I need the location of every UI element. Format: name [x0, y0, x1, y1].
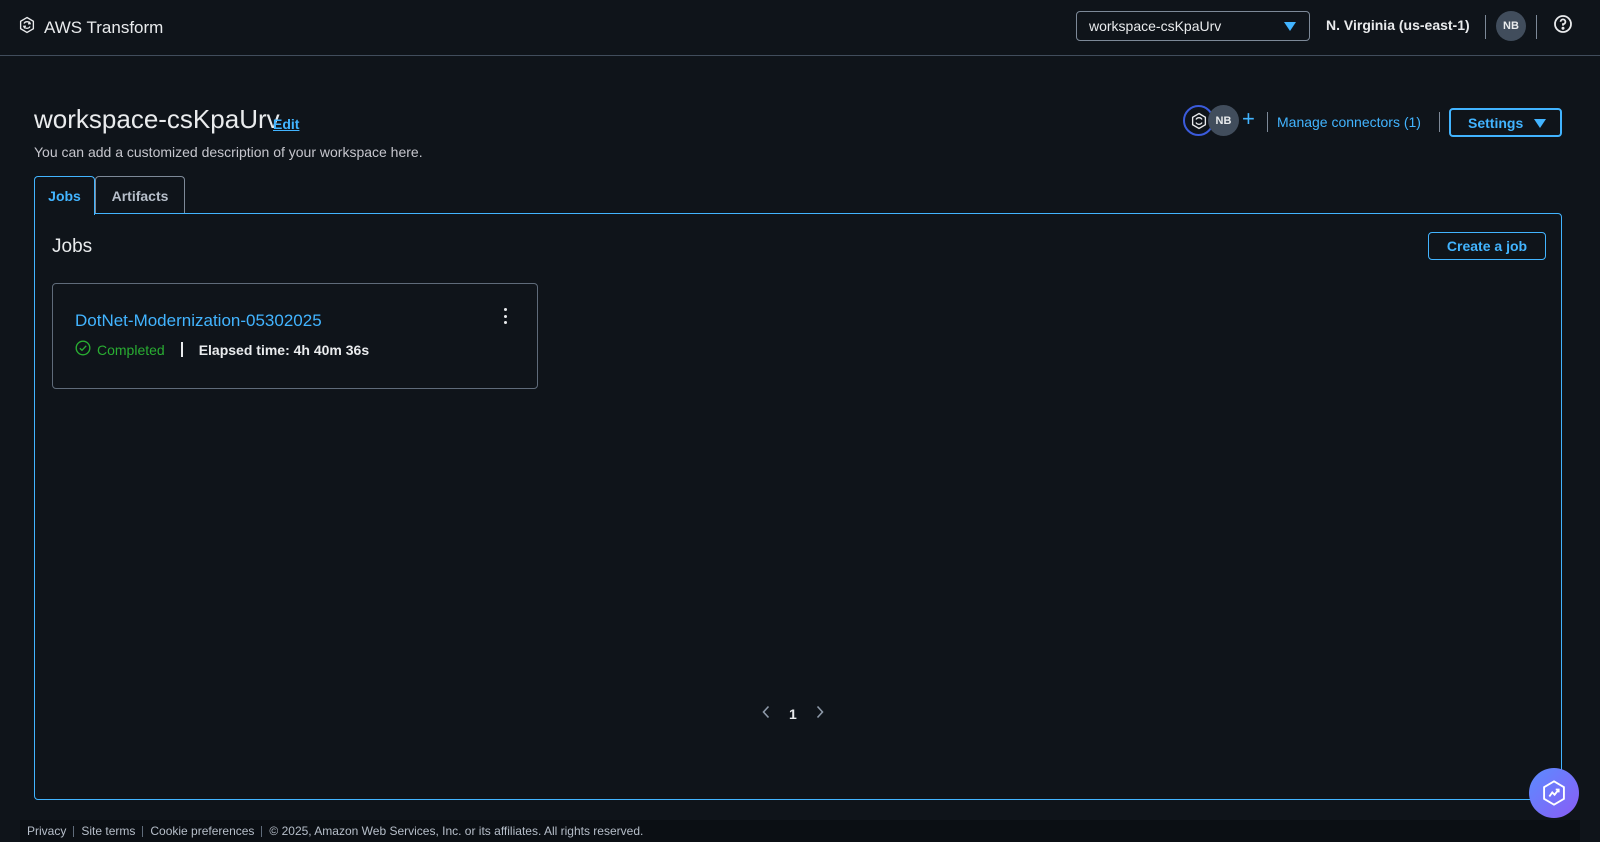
tab-label: Artifacts [111, 187, 169, 204]
divider [1439, 112, 1440, 132]
tab-jobs[interactable]: Jobs [34, 176, 95, 215]
settings-label: Settings [1468, 114, 1524, 131]
caret-down-icon [1534, 119, 1546, 128]
success-check-icon [75, 340, 91, 359]
region-selector[interactable]: N. Virginia (us-east-1) [1326, 17, 1470, 33]
divider [1536, 15, 1537, 39]
assistant-chat-icon[interactable] [1529, 768, 1579, 818]
manage-connectors-link[interactable]: Manage connectors (1) [1277, 114, 1421, 130]
copyright-text: © 2025, Amazon Web Services, Inc. or its… [269, 824, 644, 838]
divider [180, 342, 183, 357]
member-avatar[interactable]: NB [1208, 105, 1239, 136]
settings-button[interactable]: Settings [1449, 108, 1562, 137]
cookie-preferences-link[interactable]: Cookie preferences [143, 824, 261, 838]
help-icon[interactable] [1553, 14, 1573, 39]
footer: Privacy Site terms Cookie preferences © … [20, 820, 1580, 842]
brand[interactable]: AWS Transform [18, 16, 163, 39]
user-initials: NB [1503, 20, 1519, 32]
transform-logo-icon [18, 16, 36, 39]
elapsed-time: Elapsed time: 4h 40m 36s [198, 341, 370, 358]
divider [1485, 15, 1486, 39]
workspace-select-value: workspace-csKpaUrv [1089, 18, 1222, 34]
tab-artifacts[interactable]: Artifacts [95, 176, 185, 214]
top-navigation-bar: AWS Transform workspace-csKpaUrv N. Virg… [0, 0, 1600, 56]
caret-down-icon [1284, 22, 1296, 31]
tab-label: Jobs [48, 188, 81, 204]
pagination: 1 [761, 705, 825, 722]
site-terms-link[interactable]: Site terms [74, 824, 142, 838]
chevron-right-icon[interactable] [815, 705, 825, 722]
kebab-menu-icon[interactable] [500, 306, 510, 326]
divider [1267, 112, 1268, 132]
job-name-link[interactable]: DotNet-Modernization-05302025 [75, 311, 322, 331]
jobs-panel: Jobs Create a job DotNet-Modernization-0… [34, 213, 1562, 800]
page-title: workspace-csKpaUrv [34, 104, 280, 134]
app-title: AWS Transform [44, 17, 164, 37]
member-initials: NB [1215, 114, 1232, 127]
panel-title: Jobs [52, 236, 93, 257]
job-card: DotNet-Modernization-05302025 Completed … [52, 283, 538, 389]
workspace-select[interactable]: workspace-csKpaUrv [1076, 11, 1310, 41]
workspace-description: You can add a customized description of … [34, 144, 423, 160]
privacy-link[interactable]: Privacy [20, 824, 73, 838]
job-status-line: Completed Elapsed time: 4h 40m 36s [75, 340, 369, 359]
user-avatar[interactable]: NB [1496, 11, 1526, 41]
edit-title-link[interactable]: Edit [273, 116, 299, 132]
chevron-left-icon[interactable] [761, 705, 771, 722]
status-badge: Completed [97, 341, 165, 358]
plus-icon[interactable]: + [1242, 108, 1255, 130]
page-number[interactable]: 1 [789, 706, 797, 722]
create-job-button[interactable]: Create a job [1428, 232, 1546, 260]
